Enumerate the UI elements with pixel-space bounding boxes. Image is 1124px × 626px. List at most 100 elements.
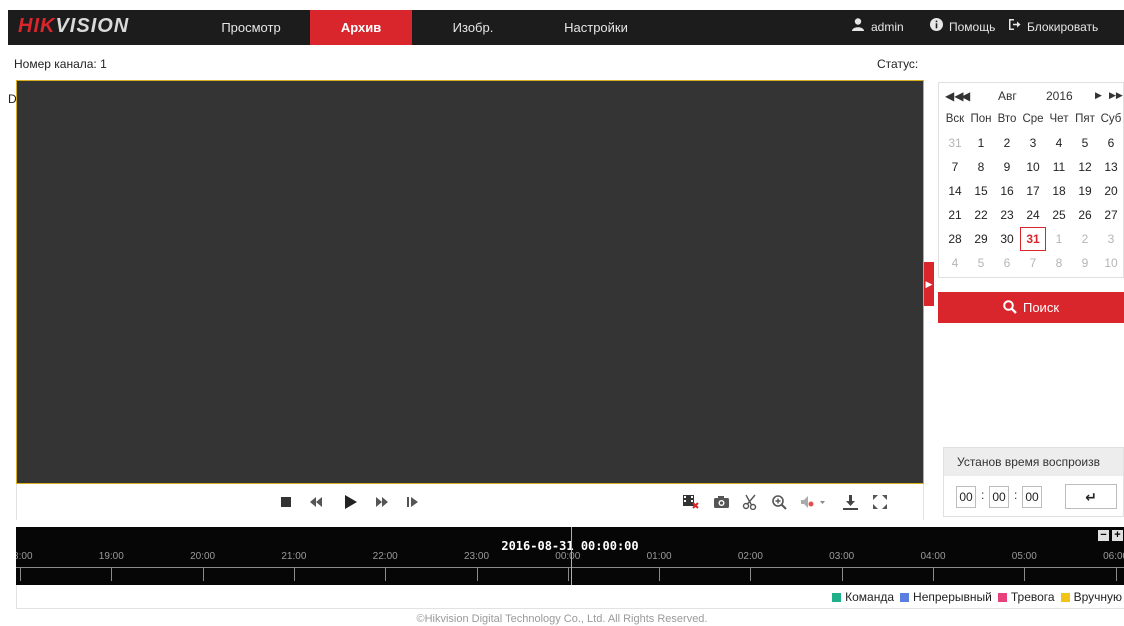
help-link[interactable]: Помощь	[930, 10, 995, 45]
calendar-day[interactable]: 9	[994, 155, 1020, 179]
time-separator: :	[981, 488, 985, 502]
timeline-hour-tick	[20, 568, 21, 581]
minute-input[interactable]: 00	[989, 486, 1009, 508]
stop-button[interactable]	[276, 492, 296, 512]
calendar-day[interactable]: 2	[994, 131, 1020, 155]
timeline-cursor[interactable]	[571, 527, 572, 585]
prev-month-button[interactable]: ◀	[961, 89, 970, 103]
lock-link[interactable]: Блокировать	[1008, 10, 1098, 45]
legend-label: Непрерывный	[913, 590, 992, 604]
play-button[interactable]	[341, 492, 361, 512]
calendar-day[interactable]: 5	[968, 251, 994, 275]
fast-forward-icon	[376, 497, 388, 507]
logo-rest-text: VISION	[55, 15, 130, 37]
timeline-zoom-out-button[interactable]: −	[1098, 530, 1109, 541]
calendar-day[interactable]: 8	[1046, 251, 1072, 275]
apply-time-button[interactable]: ↵	[1065, 484, 1117, 509]
timeline-zoom-in-button[interactable]: +	[1112, 530, 1123, 541]
calendar-day[interactable]: 10	[1098, 251, 1124, 275]
digital-zoom-button[interactable]	[769, 492, 789, 512]
timeline[interactable]: 2016-08-31 00:00:00 18:0019:0020:0021:00…	[16, 527, 1124, 585]
calendar-day[interactable]: 29	[968, 227, 994, 251]
calendar-day[interactable]: 10	[1020, 155, 1046, 179]
camera-icon	[713, 496, 729, 508]
weekday-label: Пон	[970, 113, 992, 125]
calendar-day[interactable]: 24	[1020, 203, 1046, 227]
calendar-day[interactable]: 15	[968, 179, 994, 203]
calendar-day[interactable]: 1	[968, 131, 994, 155]
calendar-day[interactable]: 23	[994, 203, 1020, 227]
calendar-day[interactable]: 8	[968, 155, 994, 179]
frame-button[interactable]	[403, 492, 423, 512]
calendar-day[interactable]: 14	[942, 179, 968, 203]
timeline-hour-label: 20:00	[190, 551, 216, 562]
calendar-day[interactable]: 19	[1072, 179, 1098, 203]
slow-button[interactable]	[306, 492, 326, 512]
calendar-day[interactable]: 16	[994, 179, 1020, 203]
download-button[interactable]	[840, 492, 860, 512]
calendar-day[interactable]: 22	[968, 203, 994, 227]
calendar-day[interactable]: 7	[1020, 251, 1046, 275]
calendar-day[interactable]: 4	[1046, 131, 1072, 155]
calendar-day[interactable]: 12	[1072, 155, 1098, 179]
calendar-day[interactable]: 9	[1072, 251, 1098, 275]
calendar-day[interactable]: 31	[942, 131, 968, 155]
video-player[interactable]	[16, 80, 924, 484]
channel-number: Номер канала: 1	[14, 57, 107, 71]
timeline-hour-label: 01:00	[646, 551, 672, 562]
calendar-day[interactable]: 18	[1046, 179, 1072, 203]
next-year-button[interactable]: ▶▶	[1109, 90, 1123, 101]
timeline-hour-label: 21:00	[281, 551, 307, 562]
hour-input[interactable]: 00	[956, 486, 976, 508]
calendar-day[interactable]: 4	[942, 251, 968, 275]
calendar-day[interactable]: 17	[1020, 179, 1046, 203]
stop-icon	[281, 497, 291, 507]
calendar-day[interactable]: 6	[1098, 131, 1124, 155]
calendar-day[interactable]: 30	[994, 227, 1020, 251]
timeline-hour-tick	[293, 568, 295, 581]
volume-button[interactable]	[799, 492, 829, 512]
next-month-button[interactable]: ▶	[1095, 90, 1102, 101]
tab-image[interactable]: Изобр.	[426, 10, 520, 45]
calendar-day[interactable]: 20	[1098, 179, 1124, 203]
tab-settings[interactable]: Настройки	[546, 10, 646, 45]
calendar-day[interactable]: 28	[942, 227, 968, 251]
timeline-hour-label: 02:00	[737, 551, 763, 562]
tab-archive[interactable]: Архив	[310, 10, 412, 45]
calendar-day[interactable]: 1	[1046, 227, 1072, 251]
calendar-day[interactable]: 26	[1072, 203, 1098, 227]
second-input[interactable]: 00	[1022, 486, 1042, 508]
cut-button[interactable]	[740, 492, 760, 512]
scissors-icon	[742, 494, 757, 510]
top-nav: HIKVISION Просмотр Архив Изобр. Настройк…	[8, 10, 1124, 45]
search-button[interactable]: Поиск	[938, 292, 1124, 323]
calendar-day[interactable]: 2	[1072, 227, 1098, 251]
tab-view[interactable]: Просмотр	[200, 10, 302, 45]
timeline-hour-tick	[750, 568, 752, 581]
calendar-day[interactable]: 27	[1098, 203, 1124, 227]
calendar-day[interactable]: 7	[942, 155, 968, 179]
calendar-day[interactable]: 5	[1072, 131, 1098, 155]
legend-swatch	[997, 593, 1007, 602]
clip-video-button[interactable]	[681, 492, 701, 512]
calendar-day[interactable]: 3	[1098, 227, 1124, 251]
timeline-axis	[16, 567, 1124, 568]
search-label: Поиск	[1022, 300, 1060, 315]
timeline-hour-label: 00:00	[555, 551, 581, 562]
volume-muted-icon	[801, 496, 825, 508]
chevron-right-icon: ▶	[925, 279, 933, 289]
calendar-day[interactable]: 25	[1046, 203, 1072, 227]
calendar-day[interactable]: 13	[1098, 155, 1124, 179]
calendar-day-selected[interactable]: 31	[1020, 227, 1046, 251]
calendar-day[interactable]: 6	[994, 251, 1020, 275]
fast-button[interactable]	[372, 492, 392, 512]
collapse-panel-button[interactable]: ▶	[924, 262, 934, 306]
calendar-day[interactable]: 21	[942, 203, 968, 227]
frame-step-icon	[407, 497, 418, 507]
calendar-day[interactable]: 11	[1046, 155, 1072, 179]
fullscreen-button[interactable]	[870, 492, 890, 512]
calendar-day[interactable]: 3	[1020, 131, 1046, 155]
snapshot-button[interactable]	[711, 492, 731, 512]
user-menu[interactable]: admin	[851, 10, 904, 45]
legend-swatch	[832, 593, 842, 602]
